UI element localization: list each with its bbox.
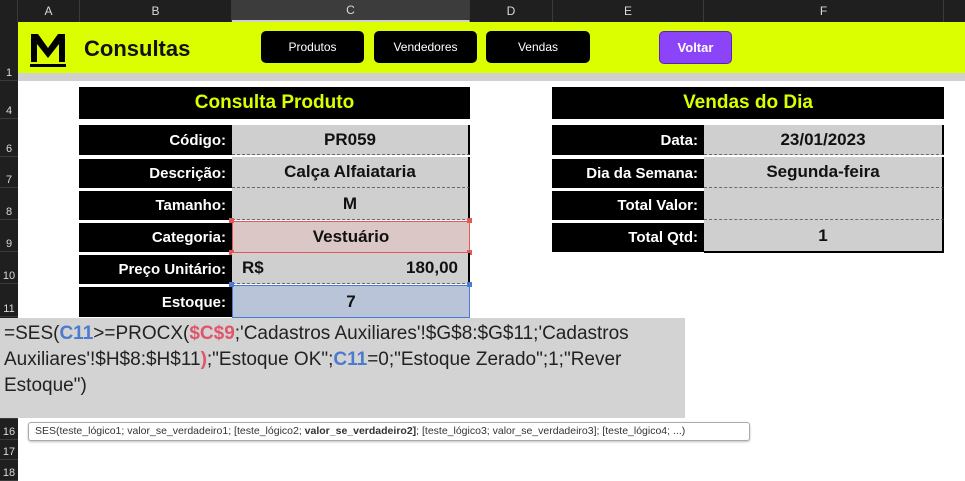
brand-logo-icon (28, 28, 68, 68)
row-header-1[interactable]: 1 (0, 22, 18, 81)
row-header-10[interactable]: 10 (0, 252, 18, 284)
row-header-9[interactable]: 9 (0, 220, 18, 252)
price-amount: 180,00 (406, 258, 458, 277)
nav-vendedores-button[interactable]: Vendedores (374, 31, 477, 63)
app-title: Consultas (84, 36, 191, 61)
formula-ref-c9: $C$9 (189, 323, 235, 344)
cell-formula-editor[interactable]: =SES(C11>=PROCX($C$9;'Cadastros Auxiliar… (0, 318, 685, 418)
column-header-a[interactable]: A (18, 0, 80, 22)
product-stock-label: Estoque: (79, 287, 232, 317)
banner-divider (18, 73, 965, 81)
sales-total-qty-label: Total Qtd: (552, 223, 704, 252)
sales-total-value-label: Total Valor: (552, 191, 704, 220)
product-price-value[interactable]: R$ 180,00 (232, 253, 470, 284)
formula-ref-c11: C11 (333, 349, 368, 370)
product-code-label: Código: (79, 125, 232, 155)
column-header-f[interactable]: F (704, 0, 944, 22)
formula-text: =SES( (4, 323, 60, 344)
row-header-4[interactable]: 4 (0, 81, 18, 119)
nav-vendas-button[interactable]: Vendas (486, 31, 590, 63)
row-header-11[interactable]: 11 (0, 284, 18, 317)
row-header-16[interactable]: 16 (0, 419, 18, 440)
sales-total-value-value[interactable] (704, 188, 944, 220)
range-handle[interactable] (467, 218, 472, 223)
sales-weekday-value[interactable]: Segunda-feira (704, 157, 944, 188)
product-size-value[interactable]: M (232, 188, 470, 220)
column-header-d[interactable]: D (470, 0, 553, 22)
tooltip-current-arg[interactable]: valor_se_verdadeiro2] (305, 425, 416, 437)
row-header-7[interactable]: 7 (0, 157, 18, 188)
product-code-value[interactable]: PR059 (232, 125, 470, 155)
range-handle[interactable] (229, 218, 234, 223)
row-header-17[interactable]: 17 (0, 440, 18, 460)
sales-total-qty-value[interactable]: 1 (704, 220, 944, 253)
sales-date-value[interactable]: 23/01/2023 (704, 125, 944, 155)
product-size-label: Tamanho: (79, 191, 232, 220)
sales-date-label: Data: (552, 125, 704, 155)
sales-panel-title: Vendas do Dia (552, 87, 944, 119)
range-handle[interactable] (229, 282, 234, 287)
select-all-corner[interactable] (0, 0, 18, 22)
column-header-b[interactable]: B (80, 0, 232, 22)
tooltip-text: ; [teste_lógico3; valor_se_verdadeiro3];… (416, 425, 686, 437)
row-header-18[interactable]: 18 (0, 460, 18, 481)
column-header-c[interactable]: C (232, 0, 470, 22)
sales-weekday-label: Dia da Semana: (552, 159, 704, 188)
formula-text: ;"Estoque OK"; (206, 349, 334, 370)
product-category-label: Categoria: (79, 223, 232, 252)
back-button[interactable]: Voltar (659, 31, 732, 64)
product-panel-title: Consulta Produto (79, 87, 470, 119)
product-description-label: Descrição: (79, 159, 232, 188)
function-tooltip: SES(teste_lógico1; valor_se_verdadeiro1;… (28, 422, 750, 441)
range-handle[interactable] (467, 282, 472, 287)
currency-symbol: R$ (242, 258, 264, 277)
formula-text: >=PROCX( (93, 323, 190, 344)
product-description-value[interactable]: Calça Alfaiataria (232, 157, 470, 188)
column-header-e[interactable]: E (553, 0, 704, 22)
row-header-6[interactable]: 6 (0, 119, 18, 157)
nav-produtos-button[interactable]: Produtos (261, 31, 364, 63)
row-header-8[interactable]: 8 (0, 188, 18, 220)
tooltip-text: SES(teste_lógico1; valor_se_verdadeiro1;… (35, 425, 305, 437)
formula-ref-c11: C11 (59, 323, 94, 344)
product-category-value[interactable]: Vestuário (232, 221, 470, 253)
product-price-label: Preço Unitário: (79, 255, 232, 284)
product-stock-value[interactable]: 7 (232, 285, 470, 318)
